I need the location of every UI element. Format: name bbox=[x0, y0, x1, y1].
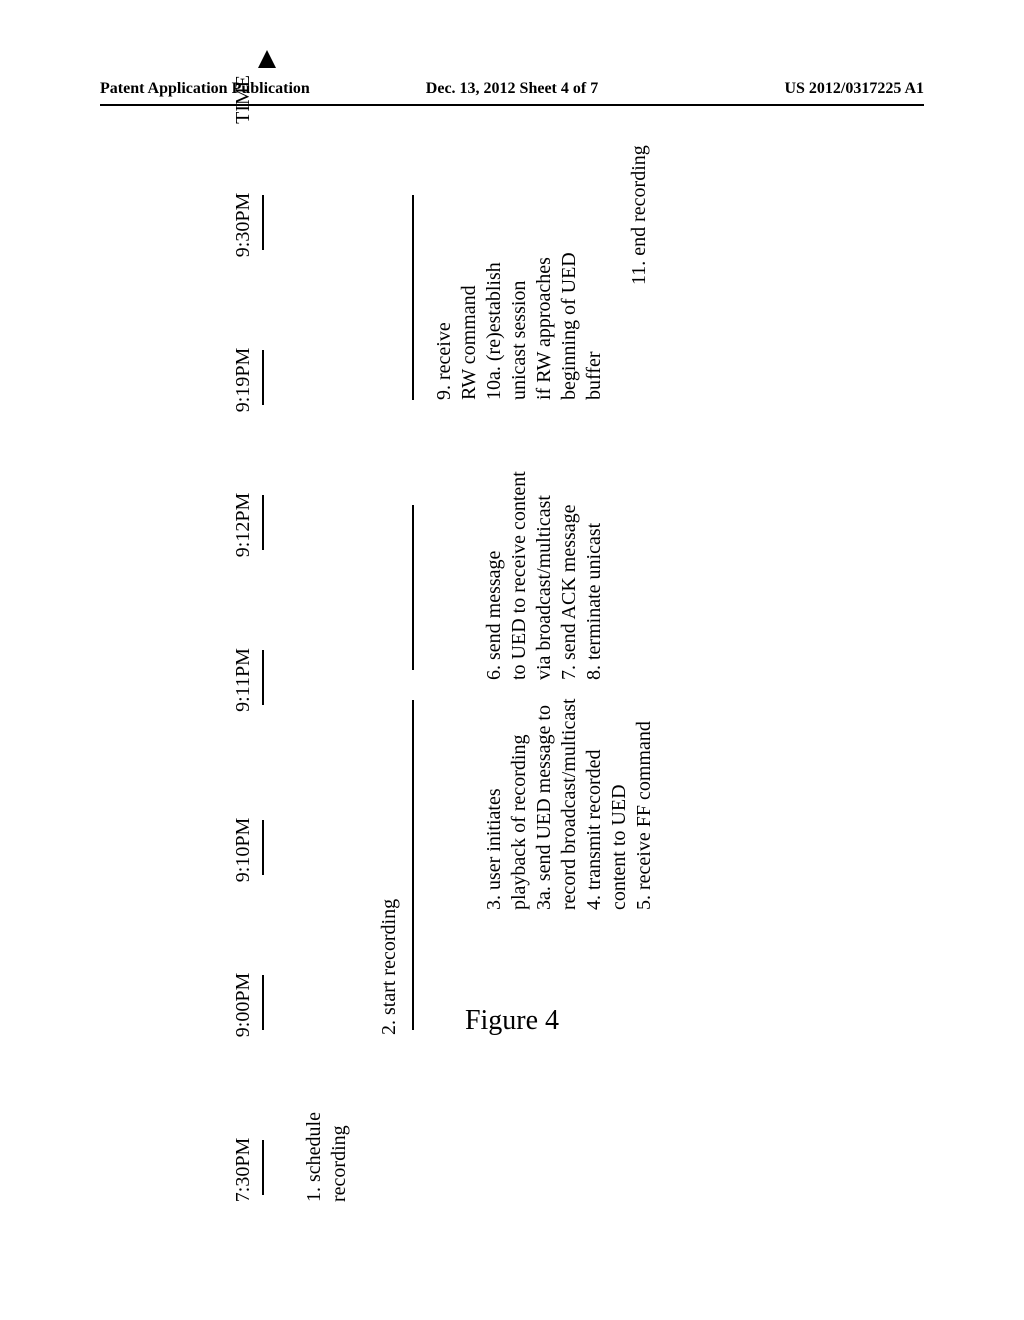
tick-label: 9:11PM bbox=[232, 648, 255, 712]
tick-label: 9:00PM bbox=[232, 973, 255, 1037]
tick-dash bbox=[262, 350, 264, 405]
tick-dash bbox=[262, 820, 264, 875]
tick-dash bbox=[262, 975, 264, 1030]
step-1: 1. schedulerecording bbox=[302, 1112, 352, 1202]
tick-label: 7:30PM bbox=[232, 1138, 255, 1202]
tick-dash bbox=[262, 1140, 264, 1195]
steps-3-5: 3. user initiatesplayback of recording3a… bbox=[482, 698, 657, 910]
tick-dash bbox=[262, 495, 264, 550]
tick-label: 9:12PM bbox=[232, 493, 255, 557]
step-2: 2. start recording bbox=[377, 899, 402, 1035]
header-rule bbox=[100, 104, 924, 106]
tick-label: 9:19PM bbox=[232, 348, 255, 412]
header-right: US 2012/0317225 A1 bbox=[649, 80, 924, 98]
bar-c bbox=[412, 195, 414, 400]
arrow-right-icon bbox=[258, 50, 276, 68]
header-center: Dec. 13, 2012 Sheet 4 of 7 bbox=[375, 80, 650, 98]
time-axis-label: TIME bbox=[232, 75, 255, 124]
figure-caption: Figure 4 bbox=[465, 1005, 559, 1037]
figure-timeline: TIME 7:30PM 9:00PM 9:10PM 9:11PM 9:12PM … bbox=[202, 110, 822, 1210]
steps-9-10: 9. receiveRW command10a. (re)establishun… bbox=[432, 252, 607, 400]
page-header: Patent Application Publication Dec. 13, … bbox=[100, 80, 924, 98]
figure-rotated-container: TIME 7:30PM 9:00PM 9:10PM 9:11PM 9:12PM … bbox=[202, 110, 822, 1210]
tick-dash bbox=[262, 650, 264, 705]
steps-6-8: 6. send messageto UED to receive content… bbox=[482, 471, 607, 680]
tick-label: 9:30PM bbox=[232, 193, 255, 257]
bar-b bbox=[412, 505, 414, 670]
tick-label: 9:10PM bbox=[232, 818, 255, 882]
bar-a bbox=[412, 700, 414, 1030]
tick-dash bbox=[262, 195, 264, 250]
step-11: 11. end recording bbox=[627, 145, 652, 285]
